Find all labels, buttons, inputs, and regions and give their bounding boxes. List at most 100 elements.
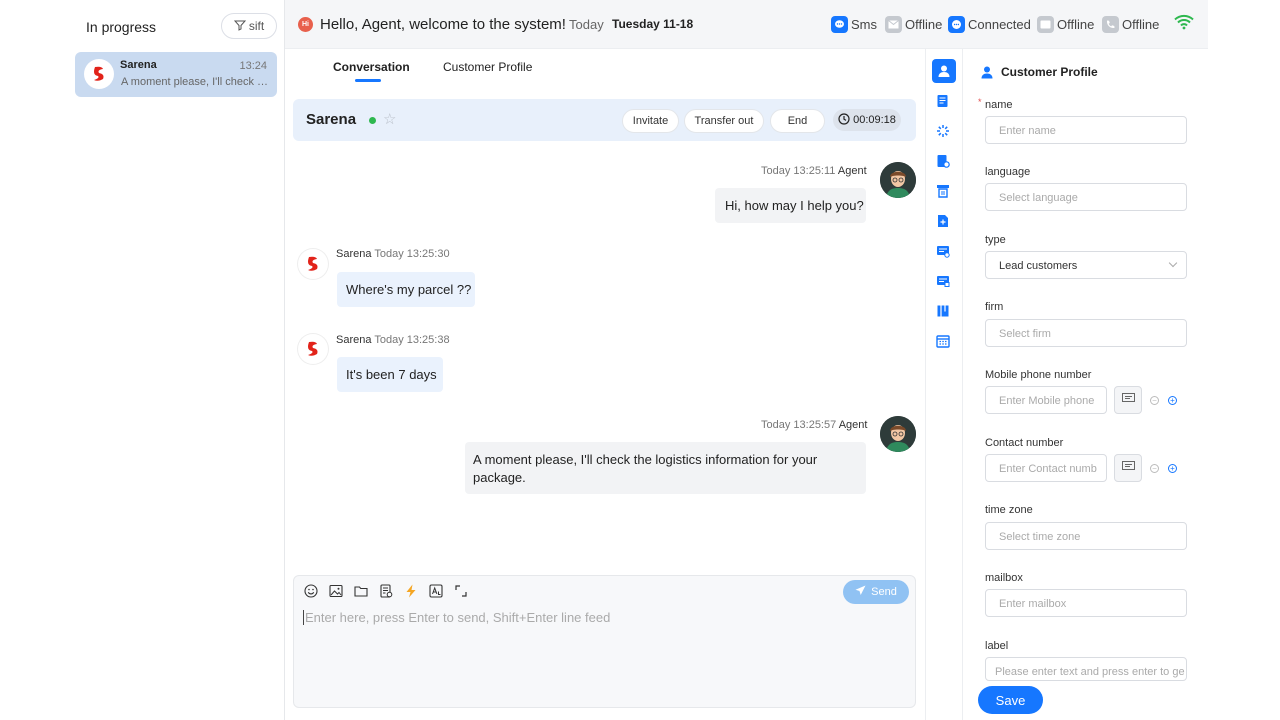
ticket-rail-icon[interactable]: [935, 243, 951, 259]
clock-icon: [838, 112, 850, 128]
customer-name: Sarena: [306, 111, 357, 128]
order-rail-icon[interactable]: [935, 153, 951, 169]
magic-rail-icon[interactable]: [935, 123, 951, 139]
status-sms[interactable]: Sms: [831, 15, 877, 34]
message-meta: Sarena Today 13:25:30: [336, 248, 450, 260]
sms-send-button[interactable]: [1114, 386, 1142, 414]
book-rail-icon[interactable]: [935, 303, 951, 319]
name-field[interactable]: Enter name: [985, 116, 1187, 144]
timer-value: 00:09:18: [853, 114, 896, 126]
template-icon[interactable]: [379, 584, 393, 598]
image-icon[interactable]: [329, 584, 343, 598]
type-select[interactable]: Lead customers: [985, 251, 1187, 279]
message-bubble: It's been 7 days: [337, 357, 443, 392]
mail-icon: [885, 16, 902, 33]
calendar-rail-icon[interactable]: [935, 333, 951, 349]
customer-avatar: [84, 59, 114, 89]
label-field[interactable]: Please enter text and press enter to ge: [985, 657, 1187, 681]
app-root: In progress sift Sarena 13:24 A moment p…: [0, 0, 1280, 720]
add-icon[interactable]: +: [1168, 464, 1177, 473]
user-icon: [980, 65, 994, 84]
status-chat[interactable]: Connected: [948, 15, 1031, 34]
sms-send-button[interactable]: [1114, 454, 1142, 482]
message-icon: [1121, 391, 1135, 409]
mobile-phone-field[interactable]: Enter Mobile phone: [985, 386, 1107, 414]
expand-icon[interactable]: [454, 584, 468, 598]
status-label: Sms: [851, 17, 877, 32]
session-list-heading: In progress: [86, 19, 157, 35]
session-name: Sarena: [120, 59, 157, 71]
customer-profile-rail-icon[interactable]: [932, 59, 956, 83]
language-select[interactable]: Select language: [985, 183, 1187, 211]
send-button[interactable]: Send: [843, 580, 909, 604]
message-sender: Agent: [838, 419, 868, 431]
tab-conversation[interactable]: Conversation: [333, 60, 410, 74]
message-sender: Sarena: [336, 248, 372, 260]
remove-icon[interactable]: −: [1150, 396, 1159, 405]
transfer-out-button[interactable]: Transfer out: [684, 109, 764, 133]
message-meta: Today 13:25:57 Agent: [761, 419, 867, 431]
quick-reply-icon[interactable]: [404, 584, 418, 598]
window-margin: [1208, 0, 1280, 720]
active-tab-indicator: [355, 79, 381, 82]
hi-badge-icon: Hi: [298, 17, 313, 32]
sift-button[interactable]: sift: [221, 13, 277, 39]
time-zone-select[interactable]: Select time zone: [985, 522, 1187, 550]
message-sender: Sarena: [336, 334, 372, 346]
firm-label: firm: [985, 301, 1004, 313]
agent-avatar: [880, 416, 916, 452]
remove-icon[interactable]: −: [1150, 464, 1159, 473]
message-time: Today 13:25:57: [761, 419, 837, 431]
online-status-dot: [369, 117, 376, 124]
type-label: type: [985, 234, 1006, 246]
mailbox-label: mailbox: [985, 572, 1023, 584]
add-document-rail-icon[interactable]: [935, 213, 951, 229]
message-time: Today 13:25:30: [374, 248, 450, 260]
required-marker: *: [978, 97, 982, 107]
session-time: 13:24: [239, 60, 267, 72]
status-label: Offline: [905, 17, 943, 32]
message-time: Today 13:25:38: [374, 334, 450, 346]
filter-icon: [233, 19, 246, 34]
end-button[interactable]: End: [770, 109, 825, 133]
contact-number-field[interactable]: Enter Contact numb: [985, 454, 1107, 482]
field-label-text: name: [985, 99, 1013, 111]
ticket-list-rail-icon[interactable]: [935, 273, 951, 289]
session-preview: A moment please, I'll check the logistic…: [121, 76, 269, 88]
right-icon-rail: [925, 49, 963, 720]
tab-customer-profile[interactable]: Customer Profile: [443, 60, 532, 74]
archive-rail-icon[interactable]: [935, 183, 951, 199]
translate-icon[interactable]: [429, 584, 443, 598]
mobile-phone-label: Mobile phone number: [985, 369, 1092, 381]
top-header: Hi Hello, Agent, welcome to the system! …: [285, 0, 1208, 49]
emoji-icon[interactable]: [304, 584, 318, 598]
send-label: Send: [871, 586, 897, 598]
agent-avatar: [880, 162, 916, 198]
message-input[interactable]: Enter here, press Enter to send, Shift+E…: [303, 610, 610, 625]
star-icon[interactable]: ☆: [383, 110, 396, 128]
folder-icon[interactable]: [354, 584, 368, 598]
language-label: language: [985, 166, 1031, 178]
notes-rail-icon[interactable]: [935, 93, 951, 109]
add-icon[interactable]: +: [1168, 396, 1177, 405]
profile-title: Customer Profile: [1001, 65, 1098, 79]
session-item[interactable]: Sarena 13:24 A moment please, I'll check…: [75, 52, 277, 97]
today-label: Today: [569, 17, 604, 32]
message-meta: Sarena Today 13:25:38: [336, 334, 450, 346]
send-icon: [855, 585, 866, 599]
name-label: * name: [978, 97, 1013, 111]
status-mail[interactable]: Offline: [885, 15, 942, 34]
status-chat-box[interactable]: Offline: [1037, 15, 1094, 34]
message-bubble: Hi, how may I help you?: [715, 188, 866, 223]
message-meta: Today 13:25:11 Agent: [761, 165, 867, 177]
message-sender: Agent: [837, 165, 867, 177]
status-phone[interactable]: Offline: [1102, 15, 1159, 34]
mailbox-field[interactable]: Enter mailbox: [985, 589, 1187, 617]
save-button[interactable]: Save: [978, 686, 1043, 714]
status-label: Offline: [1057, 17, 1095, 32]
invite-button[interactable]: Invitate: [622, 109, 679, 133]
firm-select[interactable]: Select firm: [985, 319, 1187, 347]
phone-icon: [1102, 16, 1119, 33]
customer-avatar: [298, 249, 328, 279]
time-zone-label: time zone: [985, 504, 1033, 516]
